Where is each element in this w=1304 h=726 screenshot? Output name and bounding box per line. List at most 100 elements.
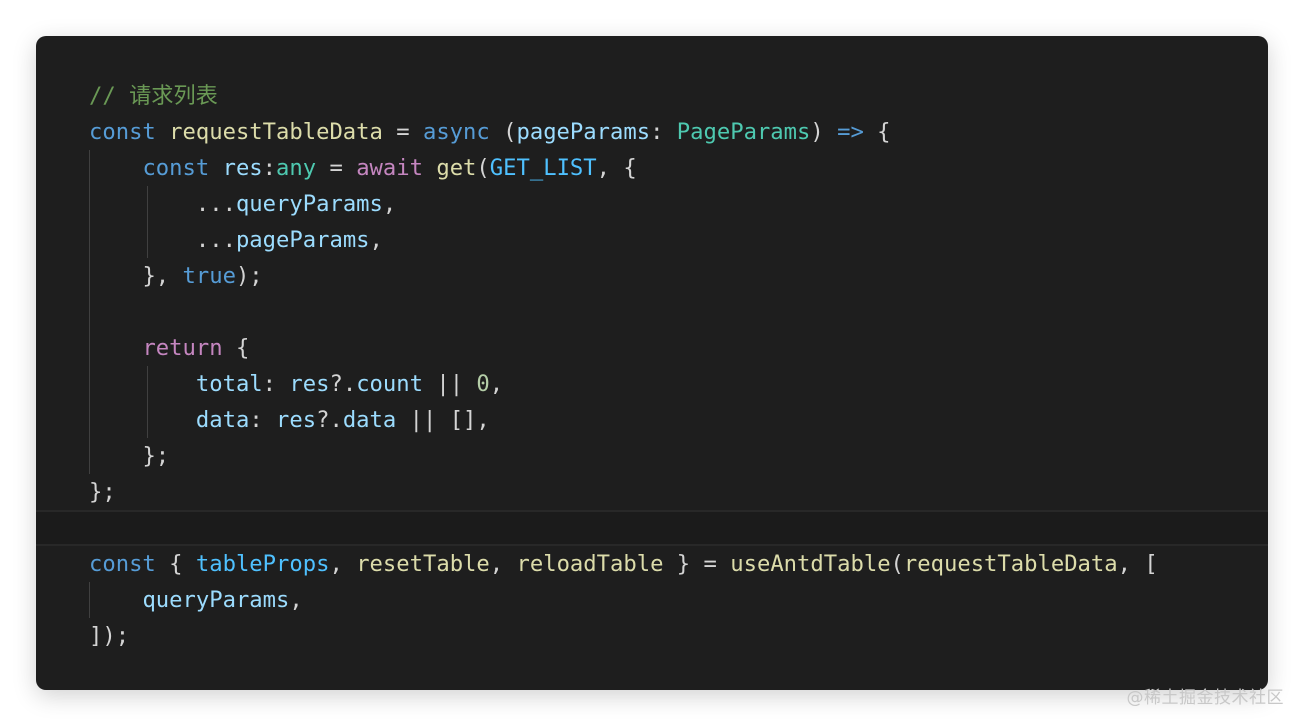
code-token: resetTable	[356, 551, 490, 577]
code-token: reloadTable	[516, 551, 664, 577]
code-token: async	[422, 119, 490, 145]
code-token: (	[890, 551, 904, 577]
code-token: ...	[195, 191, 236, 217]
indent-guide	[147, 186, 148, 222]
code-token: =	[316, 155, 357, 181]
code-token: };	[89, 479, 116, 505]
code-token: ||	[422, 371, 477, 397]
code-token: data	[195, 407, 250, 433]
code-token: ,	[369, 227, 383, 253]
code-line[interactable]	[36, 510, 1268, 546]
code-token: res	[289, 371, 330, 397]
code-token: await	[356, 155, 423, 181]
indent-guide	[147, 402, 148, 438]
code-token: ?.	[316, 407, 343, 433]
code-token: (	[476, 155, 490, 181]
code-token: // 请求列表	[89, 83, 218, 109]
code-token: total	[195, 371, 263, 397]
indent-guide	[89, 150, 90, 186]
code-token: ,	[289, 587, 303, 613]
code-token: pageParams	[235, 227, 370, 253]
code-token: :	[650, 119, 677, 145]
code-token: true	[182, 263, 236, 289]
code-token: ,	[329, 551, 357, 577]
code-line[interactable]: return {	[36, 330, 1268, 366]
indent-guide	[89, 366, 90, 402]
code-token: ,	[382, 191, 397, 217]
code-token: PageParams	[676, 119, 811, 145]
code-token: useAntdTable	[730, 551, 891, 577]
code-token: :	[262, 155, 277, 181]
code-token: res	[276, 407, 317, 433]
code-token: tableProps	[195, 551, 330, 577]
code-token: data	[342, 407, 397, 433]
indent-guide	[89, 258, 90, 294]
code-token: =>	[837, 119, 864, 145]
code-token: (	[489, 119, 517, 145]
code-token: ...	[195, 227, 236, 253]
code-line[interactable]: // 请求列表	[36, 78, 1268, 114]
code-line[interactable]: total: res?.count || 0,	[36, 366, 1268, 402]
code-editor: // 请求列表 const requestTableData = async (p…	[36, 36, 1268, 690]
indent-guide	[89, 438, 90, 474]
code-token: const	[142, 155, 210, 181]
code-token: },	[142, 263, 183, 289]
code-line[interactable]: const { tableProps, resetTable, reloadTa…	[36, 546, 1268, 582]
code-token: queryParams	[142, 587, 290, 613]
code-token: } =	[663, 551, 731, 577]
code-token: :	[249, 407, 277, 433]
code-token: ,	[489, 551, 517, 577]
code-line[interactable]: ]);	[36, 618, 1268, 654]
code-line[interactable]: }, true);	[36, 258, 1268, 294]
indent-guide	[147, 366, 148, 402]
code-line[interactable]: const requestTableData = async (pagePara…	[36, 114, 1268, 150]
code-line[interactable]: };	[36, 474, 1268, 510]
code-token: return	[142, 335, 223, 361]
code-token: const	[89, 119, 156, 145]
code-token: res	[222, 155, 263, 181]
code-token: );	[235, 263, 263, 289]
indent-guide	[89, 582, 90, 618]
code-line[interactable]	[36, 294, 1268, 330]
code-token: || [],	[396, 407, 490, 433]
indent-guide	[89, 402, 90, 438]
code-token: 0	[476, 371, 490, 397]
code-token: ,	[489, 371, 504, 397]
code-token: };	[142, 443, 170, 469]
watermark: @稀土掘金技术社区	[1126, 688, 1284, 708]
indent-guide	[147, 222, 148, 258]
code-line[interactable]: };	[36, 438, 1268, 474]
code-token: const	[89, 551, 156, 577]
code-line[interactable]: const res:any = await get(GET_LIST, {	[36, 150, 1268, 186]
indent-guide	[89, 330, 90, 366]
code-token: ]);	[89, 623, 130, 649]
indent-guide	[89, 294, 90, 330]
code-token: requestTableData	[169, 119, 383, 145]
code-token: GET_LIST	[489, 155, 597, 181]
indent-guide	[89, 222, 90, 258]
code-line[interactable]: ...queryParams,	[36, 186, 1268, 222]
code-token: )	[810, 119, 838, 145]
code-token: {	[155, 551, 196, 577]
code-line[interactable]: queryParams,	[36, 582, 1268, 618]
code-token: requestTableData	[903, 551, 1118, 577]
code-block: // 请求列表 const requestTableData = async (p…	[36, 78, 1268, 654]
code-token: {	[863, 119, 891, 145]
code-token: get	[436, 155, 477, 181]
code-token: {	[222, 335, 250, 361]
code-token: any	[276, 155, 317, 181]
code-line[interactable]: data: res?.data || [],	[36, 402, 1268, 438]
code-token: :	[262, 371, 290, 397]
indent-guide	[89, 186, 90, 222]
code-line[interactable]: ...pageParams,	[36, 222, 1268, 258]
code-token: queryParams	[235, 191, 383, 217]
code-token: , [	[1117, 551, 1158, 577]
code-token: , {	[596, 155, 637, 181]
code-token: pageParams	[516, 119, 651, 145]
code-token: =	[382, 119, 423, 145]
code-token: ?.	[329, 371, 357, 397]
code-token: count	[356, 371, 423, 397]
